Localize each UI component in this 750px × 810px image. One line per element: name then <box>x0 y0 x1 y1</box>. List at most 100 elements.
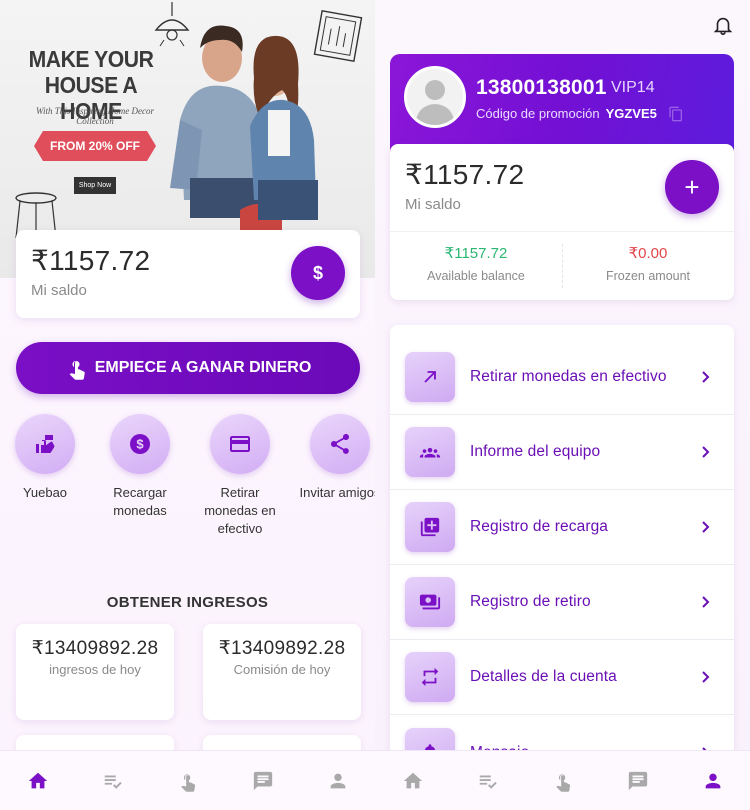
tab-tap[interactable] <box>543 761 583 801</box>
picture-frame-illustration <box>313 10 363 62</box>
frozen-amount-value: ₹0.00 <box>628 245 668 262</box>
quick-action-circle <box>210 414 270 474</box>
menu-item-recharge-record[interactable]: Registro de recarga <box>390 490 734 565</box>
right-screen: 13800138001 VIP14 Código de promoción YGZ… <box>375 0 750 810</box>
quick-action-invite[interactable]: Invitar amigos <box>297 414 375 502</box>
menu-item-account-details[interactable]: Detalles de la cuenta <box>390 640 734 715</box>
discount-ribbon: FROM 20% OFF <box>34 131 156 161</box>
person-icon <box>705 773 720 788</box>
today-income-caption: ingresos de hoy <box>49 662 141 677</box>
balance-card: ₹1157.72 Mi saldo + ₹1157.72 Available b… <box>390 144 734 300</box>
quick-action-label: Retirar monedas en efectivo <box>204 485 276 536</box>
menu-icon-box <box>405 577 455 627</box>
add-funds-button[interactable]: + <box>665 160 719 214</box>
tab-home[interactable] <box>393 761 433 801</box>
tab-tap[interactable] <box>168 761 208 801</box>
divider <box>390 231 734 232</box>
quick-action-recharge[interactable]: $ Recargar monedas <box>97 414 183 520</box>
quick-action-label: Yuebao <box>22 485 68 500</box>
wallet-hand-icon <box>36 435 55 453</box>
promo-code-label: Código de promoción <box>476 106 600 121</box>
share-icon <box>331 434 349 454</box>
vip-level: VIP14 <box>611 79 655 96</box>
shop-now-button[interactable]: Shop Now <box>74 177 116 194</box>
message-icon <box>253 771 272 790</box>
account-menu: Retirar monedas en efectivo Informe del … <box>390 325 734 765</box>
user-phone: 13800138001 <box>476 76 607 99</box>
quick-action-circle <box>310 414 370 474</box>
tab-home[interactable] <box>18 761 58 801</box>
card-icon <box>230 436 250 452</box>
chevron-right-icon <box>702 446 710 458</box>
balance-label: Mi saldo <box>405 196 461 213</box>
quick-action-withdraw[interactable]: Retirar monedas en efectivo <box>197 414 283 538</box>
chevron-right-icon <box>702 521 710 533</box>
tab-messages[interactable] <box>618 761 658 801</box>
quick-action-circle <box>15 414 75 474</box>
menu-icon-box <box>405 427 455 477</box>
tab-tasks[interactable] <box>93 761 133 801</box>
menu-item-team-report[interactable]: Informe del equipo <box>390 415 734 490</box>
menu-icon-box <box>405 652 455 702</box>
today-income-card: ₹13409892.28 ingresos de hoy <box>16 624 174 720</box>
add-box-icon <box>420 517 440 537</box>
home-icon <box>28 772 47 788</box>
notification-button[interactable] <box>712 14 734 41</box>
menu-item-label: Registro de recarga <box>470 518 609 535</box>
money-icon <box>419 594 441 610</box>
tab-messages[interactable] <box>243 761 283 801</box>
tap-icon <box>180 773 195 792</box>
menu-item-withdraw-record[interactable]: Registro de retiro <box>390 565 734 640</box>
menu-item-label: Registro de retiro <box>470 593 591 610</box>
avatar[interactable] <box>404 66 466 128</box>
tab-profile[interactable] <box>693 761 733 801</box>
today-commission-caption: Comisión de hoy <box>233 662 331 677</box>
menu-item-label: Informe del equipo <box>470 443 601 460</box>
menu-item-withdraw[interactable]: Retirar monedas en efectivo <box>390 340 734 415</box>
tap-icon <box>555 773 570 792</box>
swap-icon <box>421 667 439 687</box>
default-avatar-icon <box>407 69 463 125</box>
quick-action-yuebao[interactable]: Yuebao <box>2 414 88 502</box>
copy-icon[interactable] <box>668 106 684 122</box>
menu-icon-box <box>405 352 455 402</box>
banner-subtitle: With This Inspiring Home Decor Collectio… <box>36 106 154 126</box>
balance-amount: ₹1157.72 <box>405 159 525 190</box>
dollar-circle-icon: $ <box>130 434 150 454</box>
available-balance-label: Available balance <box>427 269 525 283</box>
start-earning-label: EMPIECE A GANAR DINERO <box>94 359 312 376</box>
arrow-up-right-icon <box>424 371 436 383</box>
tab-profile[interactable] <box>318 761 358 801</box>
balance-card: ₹1157.72 Mi saldo $ <box>16 230 360 318</box>
start-earning-button[interactable]: EMPIECE A GANAR DINERO <box>16 342 360 394</box>
left-screen: MAKE YOUR HOUSE A HOME With This Inspiri… <box>0 0 375 810</box>
menu-item-label: Detalles de la cuenta <box>470 668 617 685</box>
available-balance-value: ₹1157.72 <box>444 245 508 262</box>
dollar-button[interactable]: $ <box>291 246 345 300</box>
chevron-right-icon <box>702 671 710 683</box>
dollar-icon: $ <box>312 262 323 283</box>
promo-code-row: Código de promoción YGZVE5 <box>476 106 657 121</box>
menu-icon-box <box>405 502 455 552</box>
svg-text:$: $ <box>136 437 144 452</box>
chevron-right-icon <box>702 371 710 383</box>
promo-code-value: YGZVE5 <box>605 106 657 121</box>
menu-item-label: Retirar monedas en efectivo <box>470 368 667 385</box>
today-income-value: ₹13409892.28 <box>31 638 159 659</box>
quick-action-label: Recargar monedas <box>113 485 167 518</box>
earnings-section-title: OBTENER INGRESOS <box>106 594 269 611</box>
quick-action-label: Invitar amigos <box>299 485 375 500</box>
frozen-amount: ₹0.00 Frozen amount <box>562 244 734 283</box>
person-icon <box>330 773 345 788</box>
task-list-icon <box>479 775 497 789</box>
balance-label: Mi saldo <box>31 282 87 299</box>
couple-photo <box>170 25 318 230</box>
balance-amount: ₹1157.72 <box>31 245 151 276</box>
tab-tasks[interactable] <box>468 761 508 801</box>
chevron-right-icon <box>702 596 710 608</box>
tap-hand-icon <box>69 360 85 380</box>
team-icon <box>419 447 441 458</box>
plus-icon: + <box>684 172 700 202</box>
quick-action-circle: $ <box>110 414 170 474</box>
message-icon <box>628 771 647 790</box>
